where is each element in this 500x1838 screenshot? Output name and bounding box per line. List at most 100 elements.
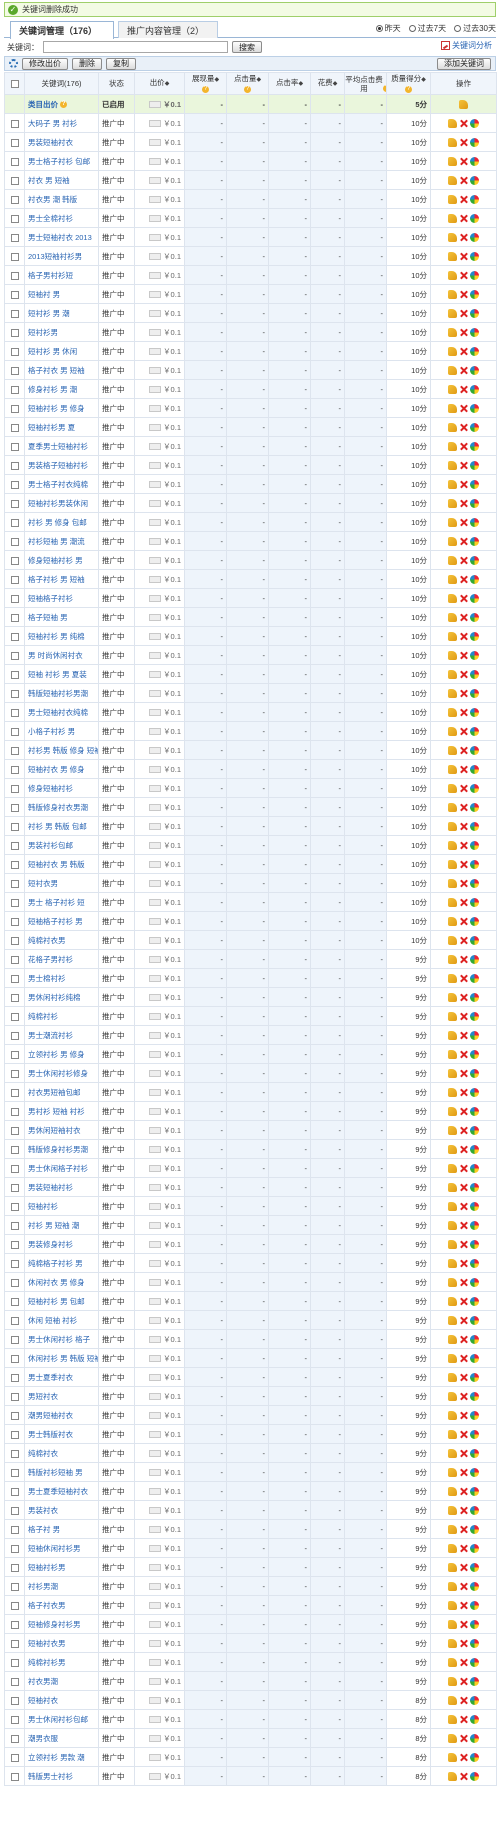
analysis-icon[interactable] [470, 289, 479, 299]
analysis-icon[interactable] [470, 232, 479, 242]
keyword-name[interactable]: 短袖衬衣 [24, 1690, 99, 1710]
bid-value[interactable]: ￥0.1 [163, 1411, 181, 1420]
edit-bid-icon[interactable] [448, 441, 457, 451]
bid-value[interactable]: ￥0.1 [163, 290, 181, 299]
edit-bid-icon[interactable] [448, 1638, 457, 1648]
delete-icon[interactable] [459, 917, 468, 926]
keyword-name[interactable]: 格子男衬衫短 [24, 265, 99, 285]
delete-icon[interactable] [459, 1373, 468, 1382]
bid-value[interactable]: ￥0.1 [163, 955, 181, 964]
analysis-icon[interactable] [470, 897, 479, 907]
keyword-name[interactable]: 男装短袖衬衣 [24, 132, 99, 152]
bid-value[interactable]: ￥0.1 [163, 1050, 181, 1059]
bid-value[interactable]: ￥0.1 [163, 1373, 181, 1382]
delete-icon[interactable] [459, 518, 468, 527]
analysis-icon[interactable] [470, 175, 479, 185]
analysis-icon[interactable] [470, 1391, 479, 1401]
row-checkbox[interactable] [10, 1164, 19, 1173]
analysis-icon[interactable] [470, 1277, 479, 1287]
bid-value[interactable]: ￥0.1 [163, 1221, 181, 1230]
keyword-name[interactable]: 男装短袖衬衫 [24, 1177, 99, 1197]
analysis-icon[interactable] [470, 1049, 479, 1059]
row-checkbox[interactable] [10, 1240, 19, 1249]
keyword-name[interactable]: 男装格子短袖衬衫 [24, 455, 99, 475]
analysis-icon[interactable] [470, 1505, 479, 1515]
delete-icon[interactable] [459, 689, 468, 698]
row-checkbox[interactable] [10, 917, 19, 926]
bid-value[interactable]: ￥0.1 [163, 176, 181, 185]
edit-bid-icon[interactable] [448, 422, 457, 432]
row-checkbox[interactable] [10, 1012, 19, 1021]
delete-icon[interactable] [459, 594, 468, 603]
bid-value[interactable]: ￥0.1 [163, 917, 181, 926]
bid-value[interactable]: ￥0.1 [163, 689, 181, 698]
edit-bid-icon[interactable] [448, 1372, 457, 1382]
analysis-icon[interactable] [470, 1524, 479, 1534]
keyword-name[interactable]: 男士格子衬衫 包邮 [24, 151, 99, 171]
edit-bid-icon[interactable] [448, 992, 457, 1002]
keyword-name[interactable]: 短袖衬衫 男 纯棉 [24, 626, 99, 646]
edit-bid-icon[interactable] [448, 137, 457, 147]
edit-bid-icon[interactable] [448, 859, 457, 869]
edit-bid-icon[interactable] [448, 498, 457, 508]
delete-icon[interactable] [459, 1506, 468, 1515]
bid-value[interactable]: ￥0.1 [163, 1677, 181, 1686]
edit-bid-icon[interactable] [448, 308, 457, 318]
delete-icon[interactable] [459, 575, 468, 584]
edit-bid-icon[interactable] [448, 745, 457, 755]
edit-bid-icon[interactable] [459, 99, 468, 109]
analysis-icon[interactable] [470, 1220, 479, 1230]
bid-value[interactable]: ￥0.1 [163, 1335, 181, 1344]
analysis-icon[interactable] [470, 802, 479, 812]
delete-button[interactable]: 删除 [72, 57, 102, 70]
sort-icon[interactable]: ◆ [256, 77, 261, 83]
edit-bid-icon[interactable] [448, 384, 457, 394]
row-checkbox[interactable] [10, 651, 19, 660]
keyword-name[interactable]: 衬衫 男 短袖 潮 [24, 1215, 99, 1235]
bid-value[interactable]: ￥0.1 [163, 1031, 181, 1040]
row-checkbox[interactable] [10, 252, 19, 261]
bid-value[interactable]: ￥0.1 [163, 1563, 181, 1572]
edit-bid-icon[interactable] [448, 1296, 457, 1306]
delete-icon[interactable] [459, 157, 468, 166]
edit-bid-icon[interactable] [448, 1353, 457, 1363]
keyword-name[interactable]: 男士棉衬衫 [24, 968, 99, 988]
delete-icon[interactable] [459, 1430, 468, 1439]
delete-icon[interactable] [459, 1639, 468, 1648]
row-checkbox[interactable] [10, 423, 19, 432]
row-checkbox[interactable] [10, 841, 19, 850]
analysis-icon[interactable] [470, 156, 479, 166]
date-range-30days[interactable]: 过去30天 [454, 23, 496, 34]
keyword-name[interactable]: 男士休闲衬衫 格子 [24, 1329, 99, 1349]
row-checkbox[interactable] [10, 1620, 19, 1629]
analysis-icon[interactable] [470, 422, 479, 432]
delete-icon[interactable] [459, 1202, 468, 1211]
bid-value[interactable]: ￥0.1 [163, 423, 181, 432]
row-checkbox[interactable] [10, 537, 19, 546]
delete-icon[interactable] [459, 1677, 468, 1686]
delete-icon[interactable] [459, 119, 468, 128]
row-checkbox[interactable] [10, 1658, 19, 1667]
edit-bid-icon[interactable] [448, 574, 457, 584]
analysis-icon[interactable] [470, 327, 479, 337]
keyword-name[interactable]: 短袖衬衣 男 修身 [24, 759, 99, 779]
edit-bid-icon[interactable] [448, 1581, 457, 1591]
edit-bid-icon[interactable] [448, 821, 457, 831]
delete-icon[interactable] [459, 442, 468, 451]
keyword-name[interactable]: 短袖衬衫 [24, 1196, 99, 1216]
sort-icon[interactable]: ◆ [333, 81, 338, 87]
keyword-name[interactable]: 潮男衣服 [24, 1728, 99, 1748]
delete-icon[interactable] [459, 1411, 468, 1420]
delete-icon[interactable] [459, 1126, 468, 1135]
bid-value[interactable]: ￥0.1 [163, 366, 181, 375]
edit-bid-icon[interactable] [448, 1486, 457, 1496]
row-checkbox[interactable] [10, 1601, 19, 1610]
edit-bid-icon[interactable] [448, 1277, 457, 1287]
delete-icon[interactable] [459, 1221, 468, 1230]
row-checkbox[interactable] [10, 1677, 19, 1686]
analysis-icon[interactable] [470, 1619, 479, 1629]
row-checkbox[interactable] [10, 119, 19, 128]
keyword-name[interactable]: 格子短袖 男 [24, 607, 99, 627]
bid-value[interactable]: ￥0.1 [163, 974, 181, 983]
delete-icon[interactable] [459, 841, 468, 850]
